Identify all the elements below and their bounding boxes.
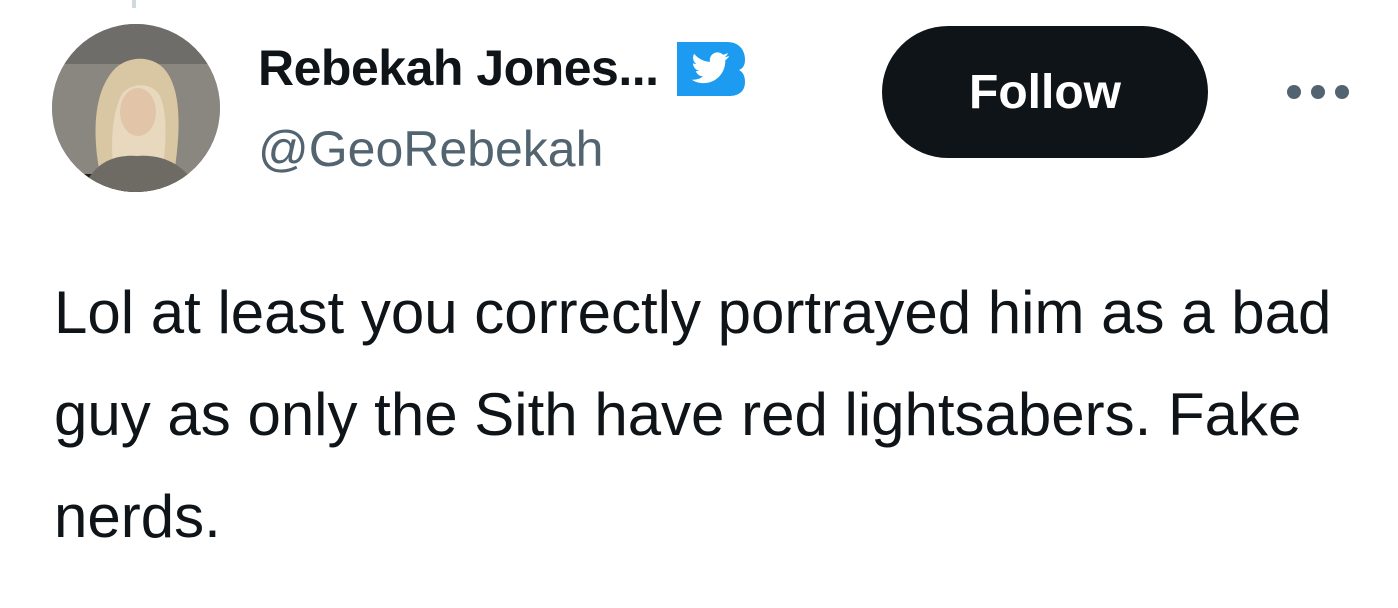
more-options-icon[interactable] bbox=[1280, 72, 1356, 112]
follow-button[interactable]: Follow bbox=[882, 26, 1208, 158]
author-handle[interactable]: @GeoRebekah bbox=[258, 120, 603, 178]
avatar[interactable] bbox=[52, 24, 220, 192]
tweet-text: Lol at least you correctly portrayed him… bbox=[54, 279, 1332, 550]
display-name[interactable]: Rebekah Jones... bbox=[258, 39, 659, 97]
twitter-bird-badge-icon[interactable] bbox=[675, 38, 747, 98]
thread-connector-line bbox=[132, 0, 136, 8]
profile-photo bbox=[52, 24, 220, 192]
author-name-row: Rebekah Jones... bbox=[258, 36, 747, 100]
